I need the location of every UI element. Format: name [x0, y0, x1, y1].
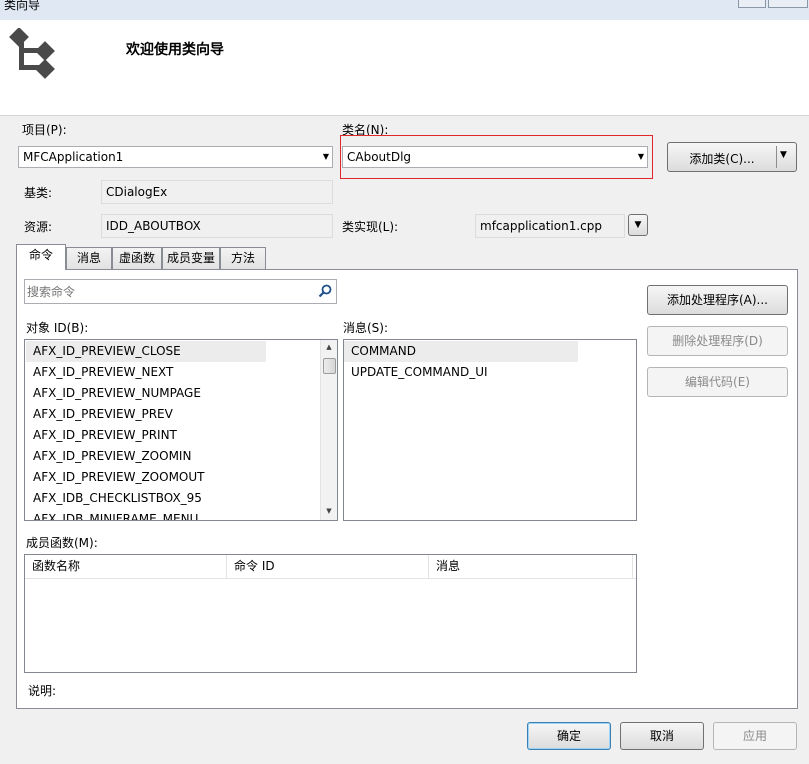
column-header-command-id[interactable]: 命令 ID: [227, 555, 429, 578]
project-dropdown[interactable]: MFCApplication1 ▼: [18, 146, 333, 168]
list-item[interactable]: AFX_IDB_MINIFRAME_MENU: [26, 509, 320, 520]
dropdown-arrow-icon: ▼: [322, 152, 329, 161]
list-item[interactable]: AFX_ID_PREVIEW_PRINT: [26, 425, 320, 446]
edit-code-button[interactable]: 编辑代码(E): [647, 367, 788, 397]
dropdown-arrow-icon[interactable]: ▼: [780, 150, 787, 160]
object-id-scrollbar[interactable]: ▲ ▼: [320, 340, 337, 520]
project-value: MFCApplication1: [23, 150, 124, 164]
messages-list[interactable]: COMMAND UPDATE_COMMAND_UI: [343, 339, 637, 521]
scrollbar-thumb[interactable]: [323, 358, 336, 374]
object-id-rows: AFX_ID_PREVIEW_CLOSE AFX_ID_PREVIEW_NEXT…: [26, 341, 320, 520]
class-impl-dropdown-button[interactable]: ▼: [628, 214, 648, 236]
ok-button[interactable]: 确定: [527, 722, 611, 750]
add-handler-button[interactable]: 添加处理程序(A)...: [647, 285, 788, 315]
window-title: 类向导: [4, 0, 41, 12]
add-class-button[interactable]: 添加类(C)... ▼: [667, 142, 797, 172]
resource-field: IDD_ABOUTBOX: [101, 214, 333, 238]
table-header: 函数名称 命令 ID 消息: [25, 555, 636, 579]
tab-commands[interactable]: 命令: [16, 244, 66, 270]
search-input[interactable]: [27, 282, 312, 301]
search-box[interactable]: [24, 279, 337, 304]
tab-virtual-functions[interactable]: 虚函数: [112, 247, 162, 269]
project-label: 项目(P):: [22, 123, 67, 137]
object-id-list[interactable]: AFX_ID_PREVIEW_CLOSE AFX_ID_PREVIEW_NEXT…: [24, 339, 338, 521]
list-item[interactable]: COMMAND: [344, 341, 578, 362]
member-functions-label: 成员函数(M):: [26, 536, 98, 550]
delete-handler-button[interactable]: 删除处理程序(D): [647, 326, 788, 356]
apply-button[interactable]: 应用: [713, 722, 797, 750]
tab-panel: 对象 ID(B): 消息(S): AFX_ID_PREVIEW_CLOSE AF…: [16, 269, 798, 709]
close-button[interactable]: [768, 0, 808, 8]
object-id-label: 对象 ID(B):: [26, 321, 89, 335]
help-button[interactable]: [738, 0, 766, 8]
scroll-down-icon[interactable]: ▼: [321, 507, 337, 515]
column-header-message[interactable]: 消息: [429, 555, 633, 578]
class-impl-field: mfcapplication1.cpp: [475, 214, 625, 238]
class-wizard-logo-icon: [9, 28, 55, 79]
search-icon[interactable]: [318, 284, 332, 298]
class-name-dropdown[interactable]: CAboutDlg ▼: [342, 146, 648, 168]
tab-member-variables[interactable]: 成员变量: [162, 247, 220, 269]
cancel-button[interactable]: 取消: [620, 722, 704, 750]
class-name-label: 类名(N):: [342, 123, 389, 137]
list-item[interactable]: AFX_ID_PREVIEW_NEXT: [26, 362, 320, 383]
list-item[interactable]: AFX_ID_PREVIEW_ZOOMOUT: [26, 467, 320, 488]
list-item[interactable]: AFX_IDB_CHECKLISTBOX_95: [26, 488, 320, 509]
description-label: 说明:: [28, 684, 57, 698]
resource-label: 资源:: [24, 220, 53, 234]
list-item[interactable]: AFX_ID_PREVIEW_NUMPAGE: [26, 383, 320, 404]
list-item[interactable]: AFX_ID_PREVIEW_PREV: [26, 404, 320, 425]
messages-label: 消息(S):: [343, 321, 389, 335]
base-class-value: CDialogEx: [106, 185, 168, 199]
column-header-function-name[interactable]: 函数名称: [25, 555, 227, 578]
welcome-title: 欢迎使用类向导: [126, 42, 224, 58]
scroll-up-icon[interactable]: ▲: [321, 343, 337, 351]
tab-messages[interactable]: 消息: [66, 247, 112, 269]
dropdown-arrow-icon: ▼: [637, 152, 644, 161]
base-class-label: 基类:: [24, 186, 53, 200]
list-item[interactable]: AFX_ID_PREVIEW_ZOOMIN: [26, 446, 320, 467]
tab-methods[interactable]: 方法: [220, 247, 266, 269]
class-name-value: CAboutDlg: [347, 150, 412, 164]
class-impl-value: mfcapplication1.cpp: [480, 219, 602, 233]
list-item[interactable]: UPDATE_COMMAND_UI: [344, 362, 636, 383]
class-impl-label: 类实现(L):: [342, 220, 399, 234]
header-banner: 欢迎使用类向导: [0, 20, 809, 116]
base-class-field: CDialogEx: [101, 180, 333, 204]
member-functions-table[interactable]: 函数名称 命令 ID 消息: [24, 554, 637, 673]
split-divider: [776, 146, 777, 168]
dropdown-arrow-icon: ▼: [634, 220, 642, 230]
resource-value: IDD_ABOUTBOX: [106, 219, 201, 233]
list-item[interactable]: AFX_ID_PREVIEW_CLOSE: [26, 341, 266, 362]
add-class-label: 添加类(C)...: [689, 152, 755, 166]
title-bar: 类向导: [0, 0, 809, 20]
